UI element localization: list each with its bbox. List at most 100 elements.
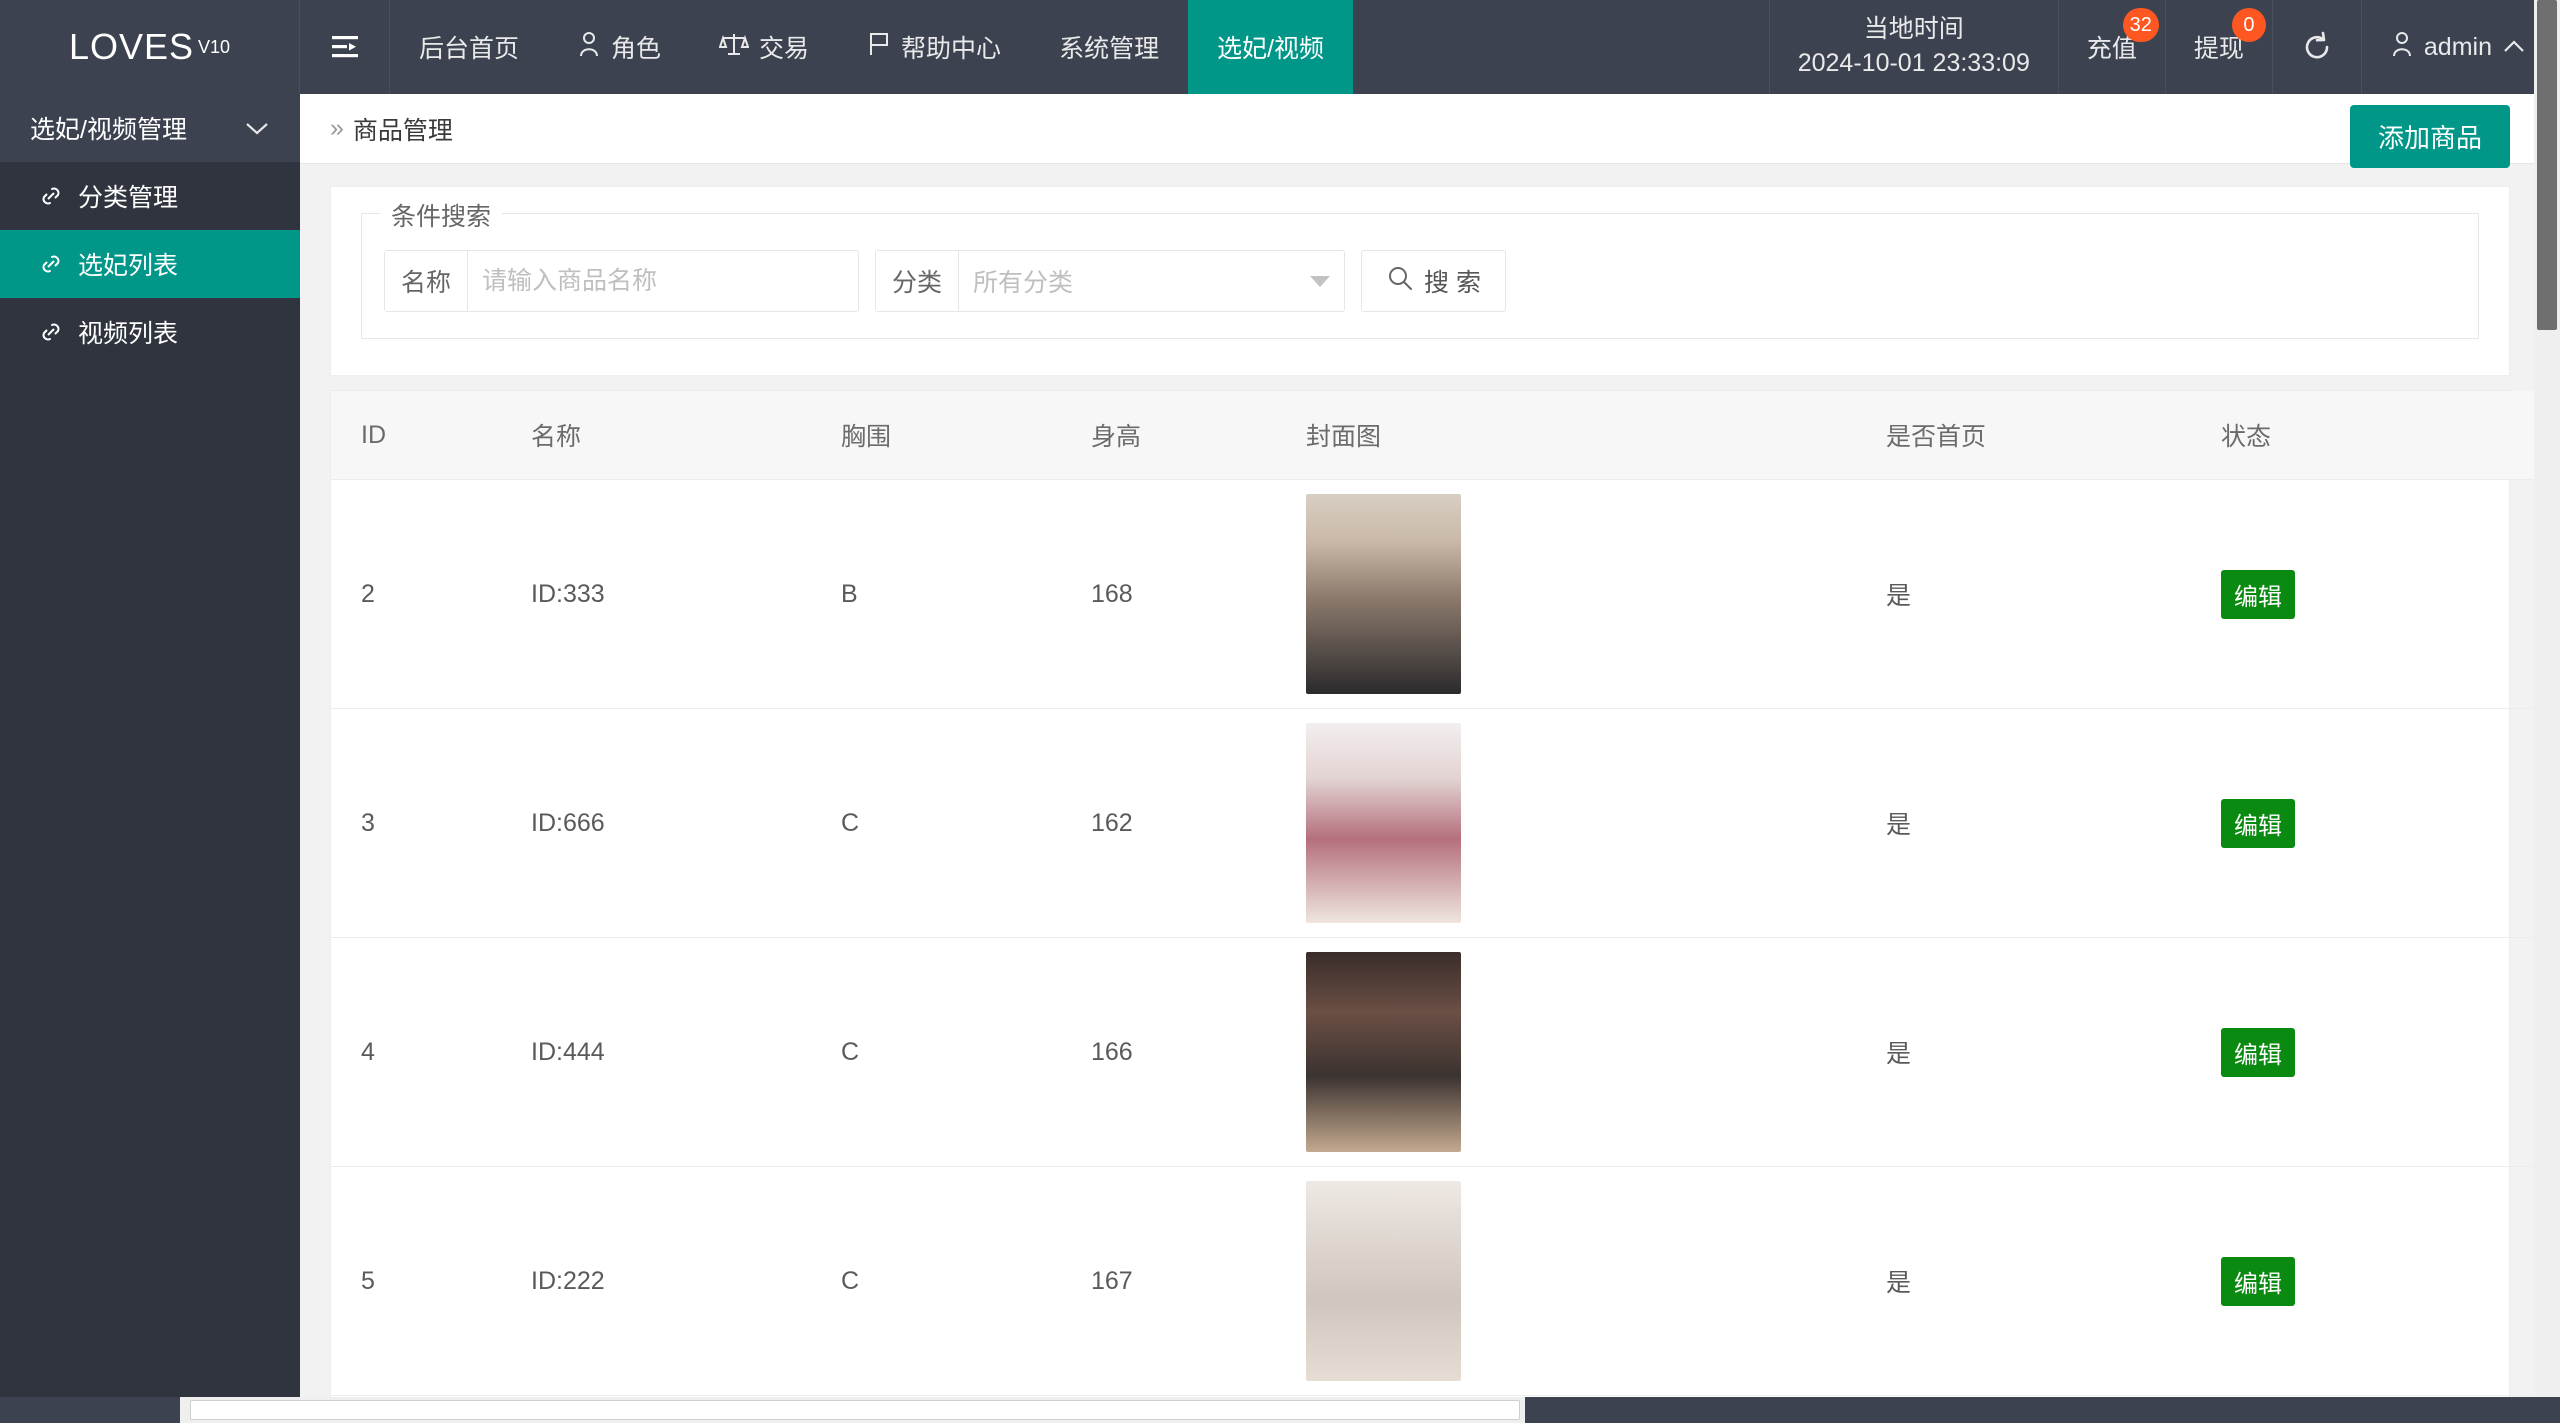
category-select[interactable]: 所有分类	[959, 251, 1344, 311]
recharge-button[interactable]: 充值 32	[2057, 0, 2165, 94]
nav-label-selection-video: 选妃/视频	[1217, 35, 1325, 63]
chevron-down-icon	[244, 114, 270, 143]
col-header-homepage: 是否首页	[1886, 391, 2221, 480]
horizontal-scrollbar-thumb[interactable]	[190, 1400, 1520, 1420]
content-area: 条件搜索 名称 分类 所有分类	[300, 164, 2540, 1423]
recharge-badge: 32	[2122, 8, 2159, 42]
nav-label-system: 系统管理	[1059, 35, 1160, 63]
table-row: 2 ID:333 B 168 是编辑	[331, 479, 2540, 709]
header-spacer	[1353, 0, 1769, 94]
edit-button[interactable]: 编辑	[2221, 1256, 2295, 1306]
cell-bust: C	[841, 937, 1091, 1167]
horizontal-scrollbar-track-right	[1525, 1397, 2560, 1423]
nav-item-system[interactable]: 系统管理	[1030, 0, 1188, 94]
person-icon	[2390, 31, 2414, 64]
local-time: 当地时间 2024-10-01 23:33:09	[1768, 0, 2058, 94]
sidebar-filler	[0, 366, 300, 1423]
cell-id: 2	[331, 479, 531, 709]
withdraw-button[interactable]: 提现 0	[2164, 0, 2272, 94]
cell-cover	[1306, 708, 1886, 938]
cell-status: 编辑	[2221, 937, 2540, 1167]
cell-height: 162	[1091, 708, 1306, 938]
cell-homepage-flag: 是	[1886, 479, 2221, 709]
link-icon	[38, 183, 64, 209]
cover-thumbnail[interactable]	[1306, 952, 1461, 1152]
sidebar-item-category-management[interactable]: 分类管理	[0, 162, 300, 230]
table-head: ID 名称 胸围 身高 封面图 是否首页 状态	[331, 391, 2540, 480]
edit-button[interactable]: 编辑	[2221, 1027, 2295, 1077]
cell-bust: C	[841, 1166, 1091, 1396]
cover-thumbnail[interactable]	[1306, 1181, 1461, 1381]
category-field-group: 分类 所有分类	[875, 250, 1346, 312]
search-input[interactable]	[468, 251, 859, 311]
sidebar-item-video-list[interactable]: 视频列表	[0, 298, 300, 366]
nav-item-transaction[interactable]: 交易	[690, 0, 838, 94]
cell-status: 编辑	[2221, 1166, 2540, 1396]
link-icon	[38, 251, 64, 277]
breadcrumb-bar: » 商品管理 添加商品	[300, 94, 2540, 168]
page-title: 商品管理	[352, 116, 453, 145]
cell-cover	[1306, 1166, 1886, 1396]
nav-item-selection-video[interactable]: 选妃/视频	[1188, 0, 1354, 94]
nav-label-dashboard: 后台首页	[419, 35, 520, 63]
logo[interactable]: LOVES V10	[0, 0, 300, 94]
nav-label-transaction: 交易	[759, 35, 810, 63]
user-name: admin	[2423, 32, 2492, 61]
vertical-scrollbar-thumb[interactable]	[2537, 0, 2557, 330]
sidebar-label-video-list: 视频列表	[78, 320, 179, 348]
col-header-cover: 封面图	[1306, 391, 1886, 480]
col-header-name: 名称	[531, 391, 841, 480]
col-header-id: ID	[331, 391, 531, 480]
chevron-down-icon	[1310, 275, 1331, 287]
horizontal-scrollbar[interactable]	[0, 1397, 2560, 1423]
search-legend: 条件搜索	[380, 197, 503, 233]
chevron-up-icon	[2502, 33, 2526, 62]
nav-item-role[interactable]: 角色	[548, 0, 690, 94]
category-label: 分类	[876, 251, 960, 311]
top-header: LOVES V10 后台首页 角色 交易 帮助中心 系统管理 选妃/视频 当地时…	[0, 0, 2560, 94]
sidebar-label-selection-list: 选妃列表	[78, 252, 179, 280]
cell-name: ID:333	[531, 479, 841, 709]
hamburger-menu-icon[interactable]	[300, 0, 390, 94]
hamburger-menu-glyph	[331, 36, 358, 58]
flag-icon	[867, 31, 891, 64]
withdraw-badge: 0	[2231, 8, 2266, 42]
sidebar-group-label: 选妃/视频管理	[30, 116, 187, 144]
edit-button[interactable]: 编辑	[2221, 569, 2295, 619]
vertical-scrollbar[interactable]	[2534, 0, 2560, 1423]
cell-homepage-flag: 是	[1886, 708, 2221, 938]
search-button[interactable]: 搜 索	[1361, 250, 1506, 312]
add-product-button[interactable]: 添加商品	[2349, 105, 2510, 168]
cell-status: 编辑	[2221, 479, 2540, 709]
cell-cover	[1306, 479, 1886, 709]
table-header-row: ID 名称 胸围 身高 封面图 是否首页 状态	[331, 391, 2540, 480]
cover-thumbnail[interactable]	[1306, 723, 1461, 923]
cell-height: 168	[1091, 479, 1306, 709]
cover-thumbnail[interactable]	[1306, 494, 1461, 694]
local-time-value: 2024-10-01 23:33:09	[1797, 49, 2030, 77]
link-icon	[38, 319, 64, 345]
cell-name: ID:666	[531, 708, 841, 938]
edit-button[interactable]: 编辑	[2221, 798, 2295, 848]
header-right-cluster: 当地时间 2024-10-01 23:33:09 充值 32 提现 0 admi…	[1768, 0, 2560, 94]
sidebar: 选妃/视频管理 分类管理 选妃列表 视频列表	[0, 94, 300, 1423]
breadcrumb: » 商品管理	[330, 111, 453, 147]
product-table: ID 名称 胸围 身高 封面图 是否首页 状态 2 ID:333 B 168 是编辑 3 I…	[331, 391, 2540, 1423]
nav-item-dashboard[interactable]: 后台首页	[390, 0, 548, 94]
sidebar-group-selection-video[interactable]: 选妃/视频管理	[0, 94, 300, 162]
main-nav: 后台首页 角色 交易 帮助中心 系统管理 选妃/视频	[390, 0, 1354, 94]
cell-id: 3	[331, 708, 531, 938]
product-table-card: ID 名称 胸围 身高 封面图 是否首页 状态 2 ID:333 B 168 是编辑 3 I…	[330, 390, 2540, 1423]
nav-item-help-center[interactable]: 帮助中心	[838, 0, 1030, 94]
logo-text: LOVES	[68, 26, 195, 67]
cell-homepage-flag: 是	[1886, 937, 2221, 1167]
user-menu[interactable]: admin	[2360, 0, 2560, 94]
cell-cover	[1306, 937, 1886, 1167]
col-header-bust: 胸围	[841, 391, 1091, 480]
refresh-icon[interactable]	[2271, 0, 2361, 94]
cell-homepage-flag: 是	[1886, 1166, 2221, 1396]
sidebar-item-selection-list[interactable]: 选妃列表	[0, 230, 300, 298]
cell-id: 4	[331, 937, 531, 1167]
cell-bust: C	[841, 708, 1091, 938]
logo-version: V10	[198, 36, 231, 57]
